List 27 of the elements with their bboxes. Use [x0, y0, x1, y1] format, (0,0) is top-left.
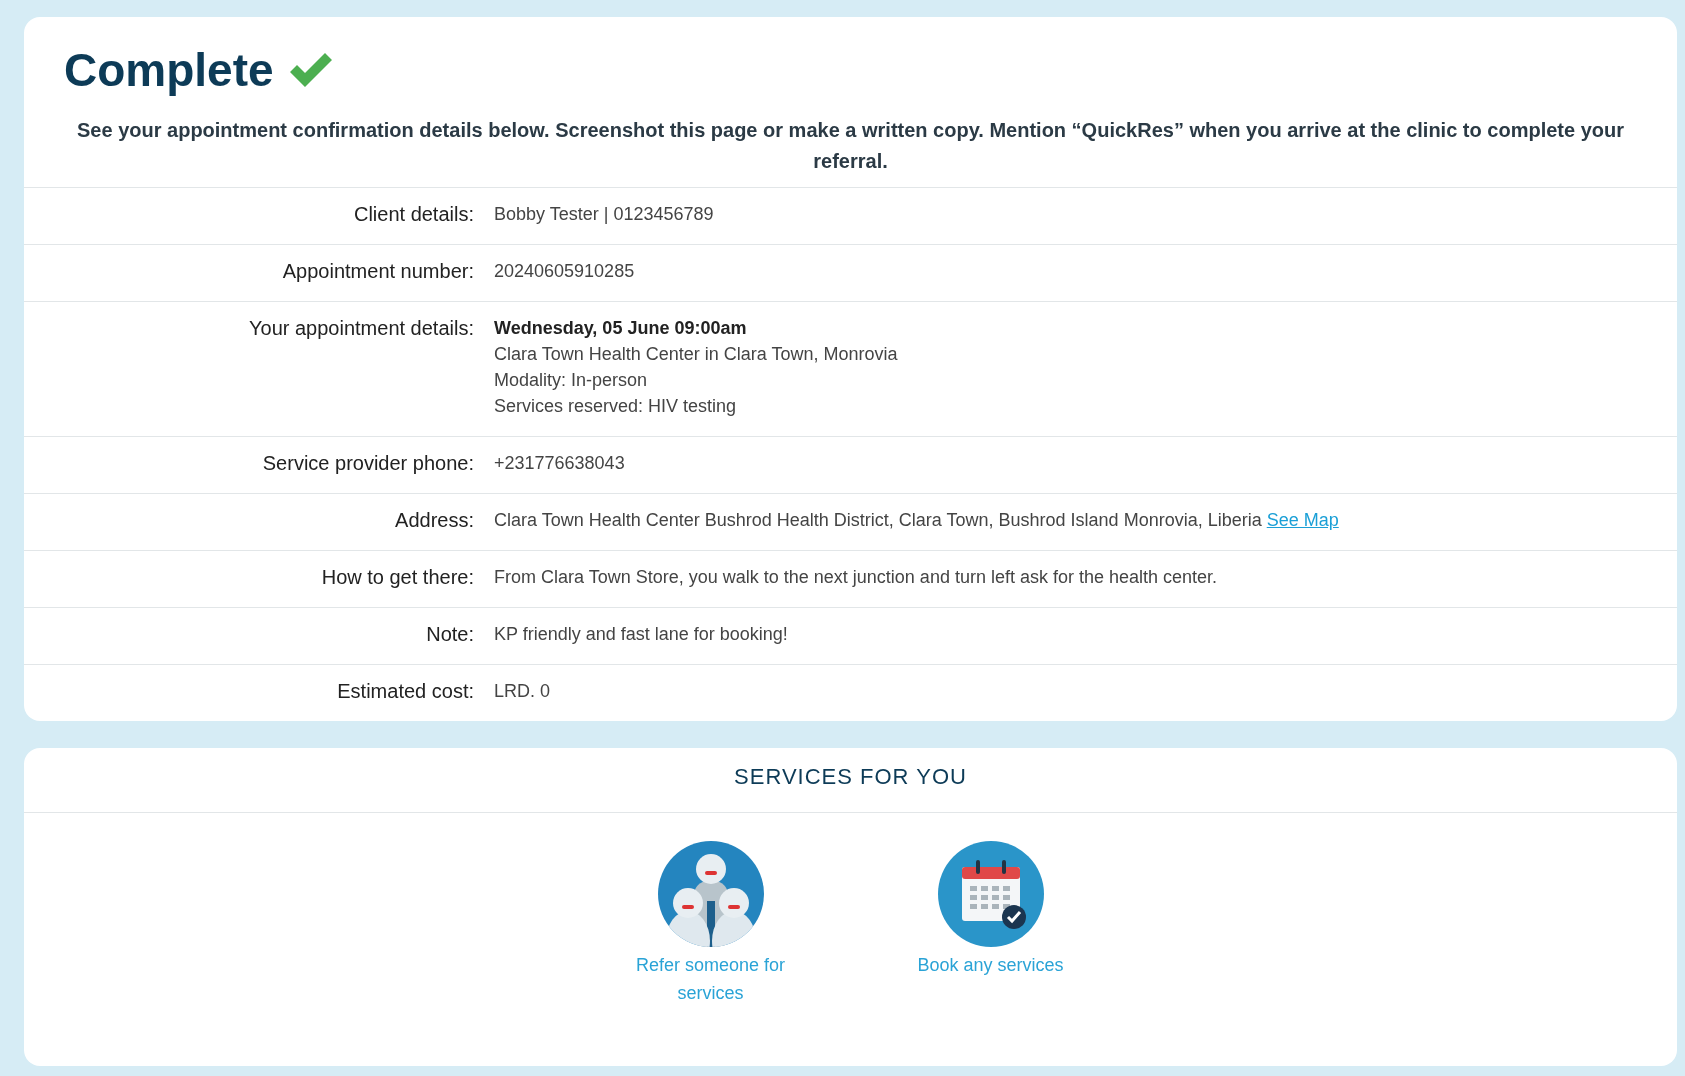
detail-label: Client details: [352, 202, 474, 226]
service-link[interactable]: Book any services [895, 841, 1086, 1007]
detail-value: +231776638043 [494, 452, 626, 475]
detail-value: Services reserved: HIV testing [494, 395, 738, 418]
detail-label: Appointment number: [281, 259, 474, 283]
detail-value: KP friendly and fast lane for booking! [494, 623, 789, 646]
service-link[interactable]: Refer someone for services [615, 841, 806, 1007]
intro-text: See your appointment confirmation details below. Screenshot this page or make a written copy. Mention “QuickRes” when you arrive at the clinic to complete your referral. [76, 118, 1625, 174]
section-heading: SERVICES FOR YOU [24, 748, 1677, 813]
detail-label: Estimated cost: [336, 679, 474, 703]
detail-label: Service provider phone: [261, 451, 474, 475]
detail-label: Note: [425, 622, 474, 646]
detail-label: Address: [394, 508, 474, 532]
page-title: Complete [64, 43, 274, 97]
calendar-icon [937, 841, 1044, 947]
detail-value: Wednesday, 05 June 09:00am [494, 317, 748, 340]
map-link[interactable]: See Map [1266, 510, 1339, 530]
people-icon [657, 841, 764, 947]
detail-value: 20240605910285 [494, 260, 636, 283]
detail-label: Your appointment details: [248, 316, 474, 341]
detail-value: From Clara Town Store, you walk to the next junction and turn left ask for the health center. [494, 566, 1219, 589]
detail-value: Clara Town Health Center in Clara Town, Monrovia [494, 343, 899, 366]
detail-value: Clara Town Health Center Bushrod Health District, Clara Town, Bushrod Island Monrovia, Liberia See Map [494, 509, 1340, 532]
detail-value: LRD. 0 [494, 680, 552, 703]
detail-label: How to get there: [320, 565, 474, 589]
detail-value: Modality: In-person [494, 369, 649, 392]
detail-value: Bobby Tester | 0123456789 [494, 203, 715, 226]
